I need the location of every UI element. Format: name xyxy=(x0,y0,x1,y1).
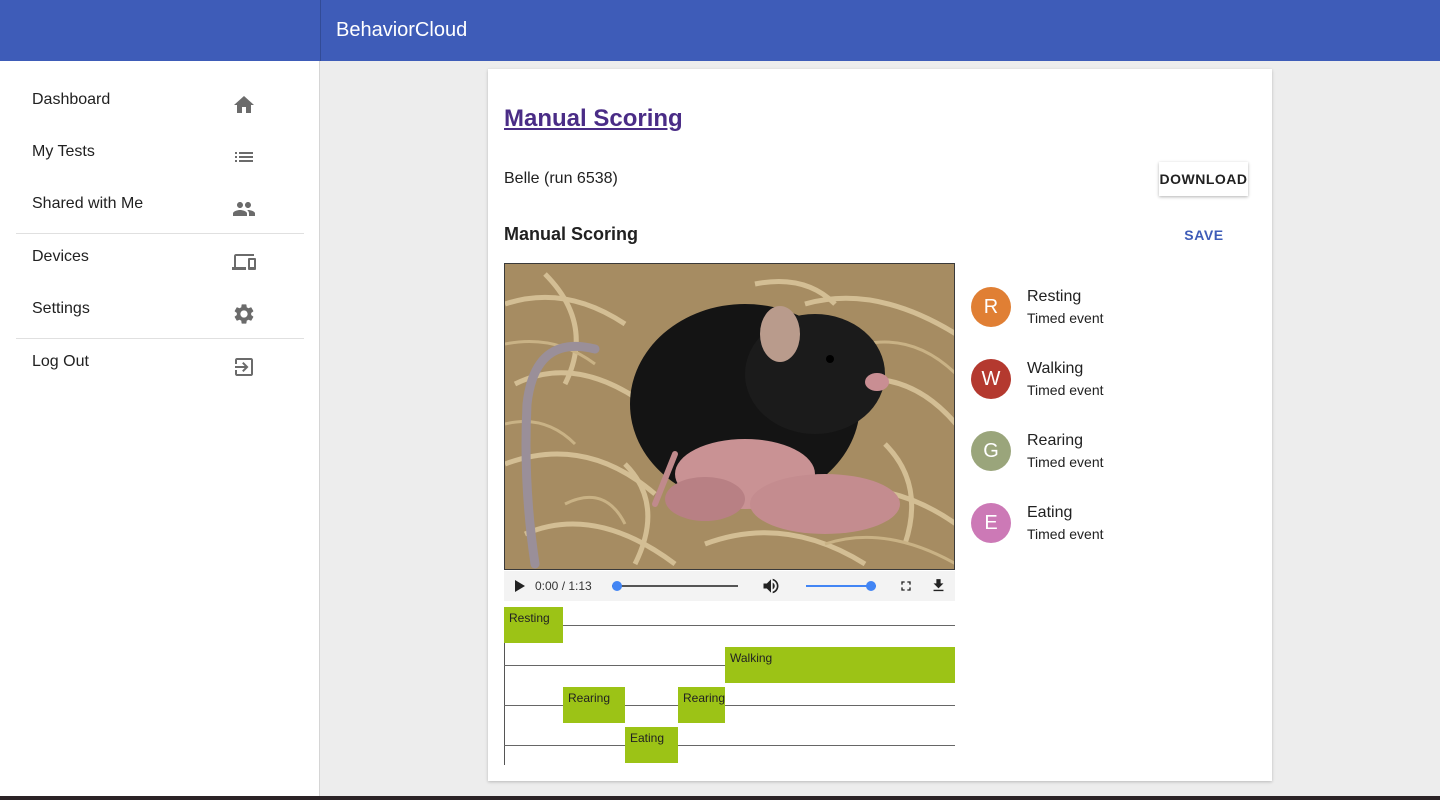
sidebar-item-label: Devices xyxy=(32,248,89,265)
seek-track xyxy=(612,585,738,587)
subject-label: Belle (run 6538) xyxy=(504,170,618,187)
event-name: Eating xyxy=(1027,504,1073,521)
page-title-link[interactable]: Manual Scoring xyxy=(504,105,683,133)
timeline-block-resting[interactable]: Resting xyxy=(504,607,563,643)
gear-icon xyxy=(232,302,256,326)
timeline-block-eating[interactable]: Eating xyxy=(625,727,678,763)
video-seek-bar[interactable] xyxy=(612,579,738,593)
people-icon xyxy=(232,197,256,221)
event-name: Rearing xyxy=(1027,432,1084,449)
video-frame-image xyxy=(505,264,954,569)
app-bar: BehaviorCloud xyxy=(0,0,1440,61)
download-button[interactable]: DOWNLOAD xyxy=(1159,162,1248,196)
app-bar-divider xyxy=(320,0,321,61)
sidebar-item-devices[interactable]: Devices xyxy=(0,234,320,286)
seek-thumb[interactable] xyxy=(612,581,622,591)
timeline-track-eating xyxy=(504,745,955,746)
event-avatar: W xyxy=(971,359,1011,399)
event-item-rearing[interactable]: G Rearing Timed event xyxy=(971,431,1251,479)
fullscreen-icon[interactable] xyxy=(898,578,914,594)
sidebar-item-settings[interactable]: Settings xyxy=(0,286,320,338)
volume-icon[interactable] xyxy=(761,576,781,596)
event-item-eating[interactable]: E Eating Timed event xyxy=(971,503,1251,551)
sidebar-item-shared-with-me[interactable]: Shared with Me xyxy=(0,181,320,233)
devices-icon xyxy=(232,250,256,274)
event-name: Resting xyxy=(1027,288,1082,305)
exit-icon xyxy=(232,355,256,379)
event-avatar: G xyxy=(971,431,1011,471)
play-icon[interactable] xyxy=(514,580,526,592)
sidebar-item-label: Settings xyxy=(32,300,90,317)
timeline-block-rearing[interactable]: Rearing xyxy=(678,687,725,723)
download-icon[interactable] xyxy=(930,577,947,594)
sidebar-item-my-tests[interactable]: My Tests xyxy=(0,129,320,181)
sidebar-item-label: Log Out xyxy=(32,353,89,370)
timeline-block-walking[interactable]: Walking xyxy=(725,647,955,683)
event-avatar: E xyxy=(971,503,1011,543)
sidebar: Dashboard My Tests Shared with Me Device… xyxy=(0,61,320,796)
event-type: Timed event xyxy=(1027,382,1104,398)
sidebar-item-label: Dashboard xyxy=(32,91,111,108)
event-timeline[interactable]: Resting Walking Rearing Rearing Eating xyxy=(504,607,955,765)
timeline-block-label: Resting xyxy=(509,611,550,625)
timeline-block-label: Walking xyxy=(730,651,773,665)
sidebar-item-log-out[interactable]: Log Out xyxy=(0,339,320,391)
sidebar-item-label: My Tests xyxy=(32,143,95,160)
volume-slider[interactable] xyxy=(806,579,876,593)
timeline-track-resting xyxy=(504,625,955,626)
event-item-walking[interactable]: W Walking Timed event xyxy=(971,359,1251,407)
video-controls: 0:00 / 1:13 xyxy=(504,571,955,601)
timeline-block-rearing[interactable]: Rearing xyxy=(563,687,625,723)
save-button[interactable]: SAVE xyxy=(1174,223,1234,247)
sidebar-item-dashboard[interactable]: Dashboard xyxy=(0,77,320,129)
timeline-block-label: Rearing xyxy=(568,691,611,705)
volume-thumb[interactable] xyxy=(866,581,876,591)
timeline-block-label: Eating xyxy=(630,731,665,745)
list-icon xyxy=(232,145,256,169)
event-name: Walking xyxy=(1027,360,1084,377)
event-type: Timed event xyxy=(1027,454,1104,470)
section-title: Manual Scoring xyxy=(504,224,639,244)
event-avatar: R xyxy=(971,287,1011,327)
video-time: 0:00 / 1:13 xyxy=(535,579,592,593)
sidebar-item-label: Shared with Me xyxy=(32,195,144,212)
app-title: BehaviorCloud xyxy=(336,19,468,41)
home-icon xyxy=(232,93,256,117)
event-type: Timed event xyxy=(1027,526,1104,542)
scoring-card: Manual Scoring Belle (run 6538) DOWNLOAD… xyxy=(488,69,1272,781)
timeline-block-label: Rearing xyxy=(683,691,726,705)
event-type: Timed event xyxy=(1027,310,1104,326)
event-item-resting[interactable]: R Resting Timed event xyxy=(971,287,1251,335)
window-bottom-edge xyxy=(0,796,1440,800)
video-player[interactable] xyxy=(504,263,955,570)
